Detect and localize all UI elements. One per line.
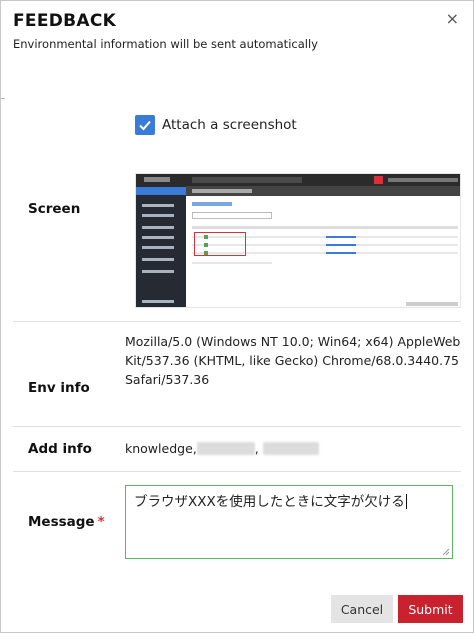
preview-tabs [192,202,232,206]
preview-sidebar-item [142,258,174,261]
add-info-value: knowledge, , [125,441,319,456]
divider [1,98,5,99]
preview-sidebar-item [142,246,174,249]
preview-highlight-box [194,232,246,256]
feedback-dialog: FEEDBACK Environmental information will … [0,0,474,633]
preview-sidebar-item [142,300,174,303]
add-info-label: Add info [28,441,92,457]
attach-screenshot-toggle[interactable]: Attach a screenshot [135,115,297,135]
divider [13,426,461,427]
resize-handle-icon[interactable] [442,548,450,556]
screen-label: Screen [28,201,81,217]
preview-sidebar-item [142,270,174,273]
preview-table-header [192,226,458,229]
env-info-value: Mozilla/5.0 (Windows NT 10.0; Win64; x64… [125,334,461,387]
preview-status-icon [204,243,208,247]
preview-toplinks [388,178,458,182]
redacted-text [196,442,255,455]
preview-link [326,252,356,254]
preview-sidebar-item [142,204,174,207]
preview-logo [144,177,170,182]
preview-status-icon [204,235,208,239]
checkbox-checked-icon[interactable] [135,115,155,135]
submit-button[interactable]: Submit [398,595,463,623]
redacted-text [262,442,319,455]
preview-sidebar-item [142,236,174,239]
preview-status-icon [204,251,208,255]
preview-sidebar-active [136,187,186,195]
preview-link [326,244,356,246]
dialog-subtitle: Environmental information will be sent a… [13,37,318,51]
preview-breadcrumb-text [192,189,252,193]
preview-input [192,212,272,219]
required-mark: * [97,514,105,530]
preview-search [192,177,302,183]
divider [13,471,461,472]
attach-screenshot-label[interactable]: Attach a screenshot [162,117,297,133]
add-info-prefix: knowledge, [125,441,197,456]
message-textarea[interactable]: ブラウザXXXを使用したときに文字が欠ける [125,485,453,559]
divider [13,321,461,322]
cancel-button[interactable]: Cancel [331,595,393,623]
preview-sidebar-item [142,214,174,217]
preview-footer [406,302,458,306]
env-info-label: Env info [28,380,90,396]
preview-alert [374,176,383,184]
preview-link [326,236,356,238]
preview-sidebar-item [142,226,174,229]
dialog-header: FEEDBACK Environmental information will … [13,11,461,52]
screenshot-preview [135,173,461,308]
add-info-separator: , [254,441,259,456]
preview-legend [192,262,272,264]
message-text[interactable]: ブラウザXXXを使用したときに文字が欠ける [134,494,405,510]
close-icon[interactable]: × [446,11,459,27]
message-label: Message * [28,514,105,530]
dialog-title: FEEDBACK [13,11,117,31]
message-label-text: Message [28,514,95,530]
text-cursor [405,494,407,509]
